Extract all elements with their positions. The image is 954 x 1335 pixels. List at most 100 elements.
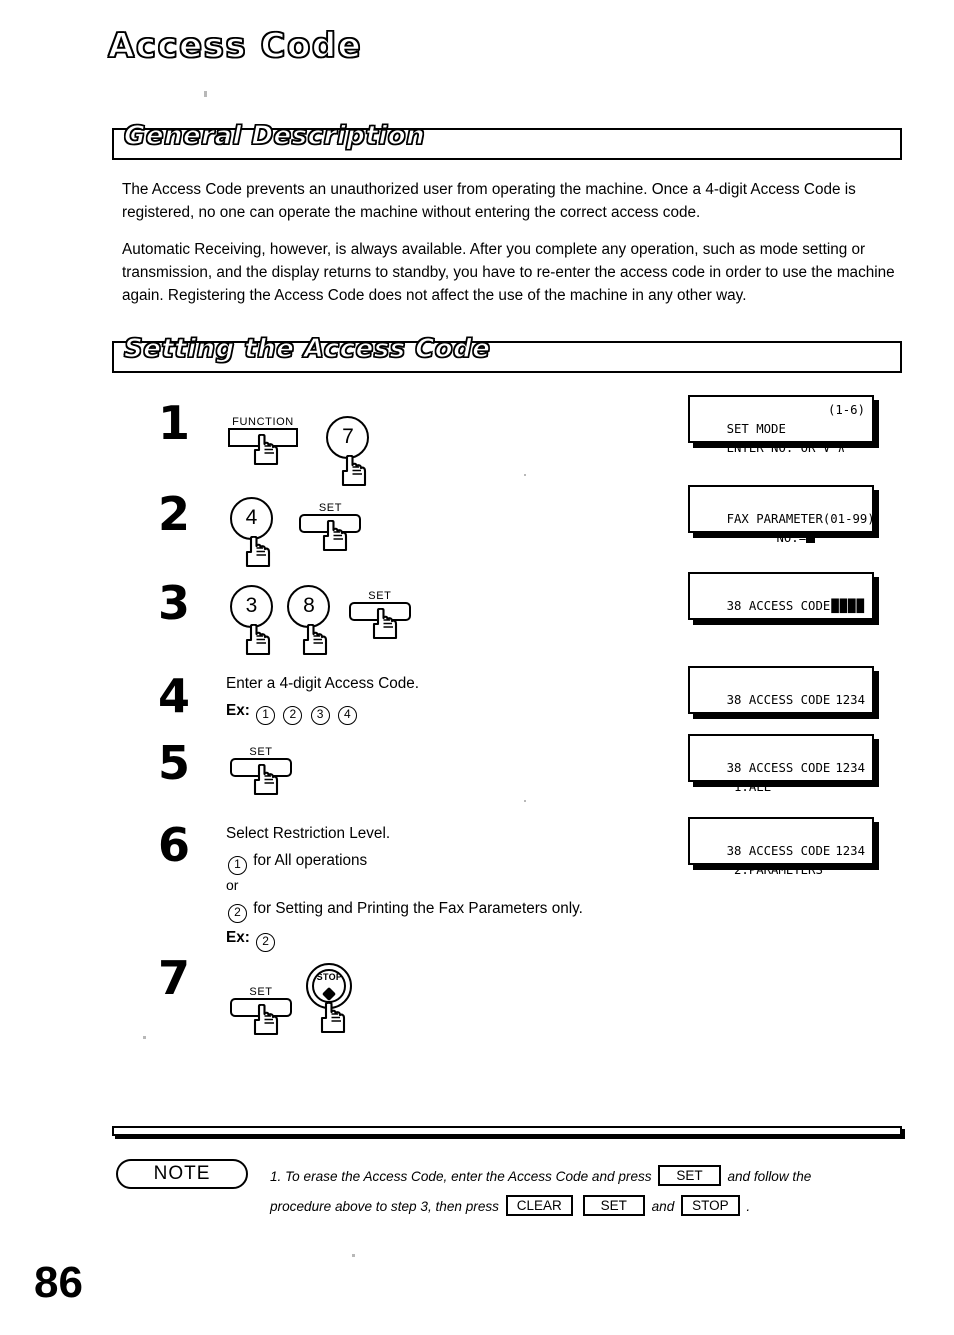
numeric-key-7[interactable]: 7 (326, 416, 370, 487)
step-number-3: 3 (158, 576, 191, 630)
pointing-hand-icon (250, 764, 280, 796)
numeric-key-3-label: 3 (245, 594, 258, 617)
numeric-key-8[interactable]: 8 (287, 585, 331, 656)
numeric-key-4[interactable]: 4 (230, 497, 273, 568)
stop-key-label: STOP (316, 972, 343, 982)
step-number-1: 1 (158, 396, 191, 450)
step-number-6: 6 (158, 818, 191, 872)
lcd-masked-code: ████ (831, 599, 865, 613)
section-header-general-description: General Description (112, 120, 902, 160)
pointing-hand-icon (250, 1004, 280, 1036)
lcd-line: FAX PARAMETER(01-99) (697, 491, 875, 526)
step-number-4: 4 (158, 669, 191, 723)
note-text-and: and (651, 1199, 675, 1214)
scan-speck (143, 1036, 146, 1039)
circled-example-digit: 2 (256, 933, 276, 952)
scan-speck (352, 1254, 355, 1257)
lcd-line: 1:ALL 1234 (697, 759, 865, 794)
lcd-text-right: 1234 (835, 761, 865, 775)
circled-digit-3: 3 (310, 706, 330, 725)
numeric-key-8-label: 8 (303, 594, 315, 617)
note-key-set-2: SET (582, 1195, 645, 1216)
step-number-5: 5 (158, 736, 191, 790)
lcd-line: SET MODE (1-6) (697, 401, 865, 436)
set-key[interactable]: SET (299, 502, 362, 552)
lcd-display-step-5: 38 ACCESS CODE 1:ALL 1234 (688, 734, 874, 794)
page-title: Access Code (107, 25, 363, 67)
lcd-display-step-4: 38 ACCESS CODE 1234 (688, 666, 874, 714)
lcd-line: 1234 (697, 691, 865, 710)
circled-option-1: 1 (228, 856, 247, 875)
pointing-hand-icon (242, 536, 272, 568)
lcd-line: 38 ACCESS CODE (697, 740, 865, 775)
circled-digit-4: 4 (337, 706, 357, 725)
step-6-example-label: Ex: (226, 929, 250, 946)
set-key-label: SET (249, 746, 273, 758)
lcd-text-right: 1234 (835, 693, 865, 707)
function-key[interactable]: FUNCTION (228, 416, 298, 466)
lcd-display-step-3: 38 ACCESS CODE ████ (688, 572, 874, 620)
set-key[interactable]: SET (348, 590, 411, 640)
step-5-keys: SET (230, 746, 292, 796)
set-key[interactable]: SET (230, 746, 292, 796)
lcd-line: 38 ACCESS CODE (697, 672, 865, 707)
lcd-line: 38 ACCESS CODE (697, 578, 865, 613)
step-4-example-label: Ex: (226, 702, 250, 719)
paragraph-general-description-1: The Access Code prevents an unauthorized… (122, 181, 856, 221)
pointing-hand-icon (369, 608, 399, 640)
step-6-instruction: Select Restriction Level. (226, 825, 391, 842)
lcd-line: ████ (697, 597, 865, 616)
page-number: 86 (34, 1258, 83, 1307)
footer-divider (112, 1126, 902, 1136)
lcd-line: NO.= (697, 510, 865, 545)
note-text: 1. To erase the Access Code, enter the A… (270, 1162, 910, 1222)
paragraph-general-description-2: Automatic Receiving, however, is always … (122, 241, 895, 304)
lcd-text-left: 1:ALL (726, 780, 772, 794)
step-2-keys: 4 SET (230, 497, 362, 568)
section-header-setting-access-code: Setting the Access Code (112, 333, 902, 373)
lcd-display-step-6: 38 ACCESS CODE 2:PARAMETERS 1234 (688, 817, 874, 877)
numeric-key-7-label: 7 (342, 425, 354, 448)
note-badge-label: NOTE (153, 1163, 211, 1184)
set-key-label: SET (249, 986, 273, 998)
numeric-key-4-label: 4 (245, 506, 258, 529)
pointing-hand-icon (338, 455, 368, 487)
scan-speck (204, 91, 207, 97)
pointing-hand-icon (250, 434, 280, 466)
note-item-number: 1. (270, 1169, 282, 1184)
pointing-hand-icon (319, 520, 349, 552)
step-number-7: 7 (158, 951, 191, 1005)
scan-speck (524, 474, 526, 476)
note-key-set-1: SET (658, 1165, 721, 1186)
step-6-or: or (226, 877, 239, 893)
step-6-option-1-text: for All operations (253, 852, 368, 869)
section-header-label: General Description (123, 120, 426, 151)
lcd-display-step-1: SET MODE (1-6) ENTER NO. OR ∨ ∧ (688, 395, 874, 455)
set-key[interactable]: SET (230, 986, 292, 1036)
step-number-2: 2 (158, 487, 191, 541)
step-6-option-2-text: for Setting and Printing the Fax Paramet… (253, 900, 583, 917)
circled-digit-2: 2 (283, 706, 303, 725)
scan-speck (524, 800, 526, 802)
note-key-stop: STOP (681, 1195, 740, 1216)
set-key-label: SET (318, 502, 343, 514)
lcd-cursor-block (806, 532, 816, 543)
pointing-hand-icon (317, 1002, 347, 1034)
function-key-label: FUNCTION (232, 416, 294, 428)
lcd-line: 38 ACCESS CODE (697, 823, 865, 858)
lcd-text-center: NO.= (776, 531, 807, 545)
step-4-text: Enter a 4-digit Access Code. Ex: 1 2 3 4 (226, 672, 419, 725)
set-key-label: SET (368, 590, 392, 602)
lcd-text-left: 2:PARAMETERS (726, 863, 823, 877)
lcd-text-right: 1234 (835, 844, 865, 858)
step-3-keys: 3 8 SET (230, 585, 411, 656)
lcd-line: 2:PARAMETERS 1234 (697, 842, 865, 877)
note-text-period: . (746, 1199, 751, 1214)
note-text-c: procedure above to step 3, then press (270, 1199, 499, 1214)
stop-key[interactable]: STOP (306, 963, 353, 1034)
numeric-key-3[interactable]: 3 (230, 585, 273, 656)
lcd-text-right: (1-6) (827, 403, 865, 417)
note-key-clear: CLEAR (505, 1195, 573, 1216)
lcd-display-step-2: FAX PARAMETER(01-99) NO.= (688, 485, 875, 545)
pointing-hand-icon (242, 624, 272, 656)
